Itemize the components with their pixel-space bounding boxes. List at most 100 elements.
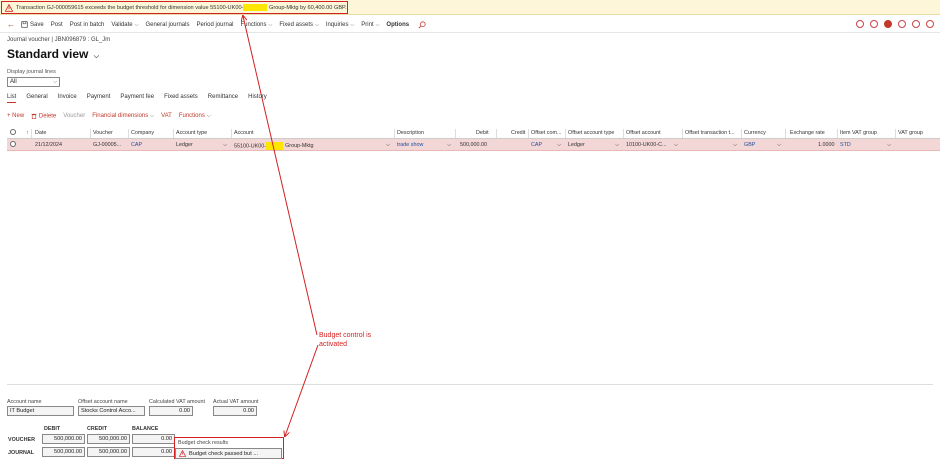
functions-menu[interactable]: Functions ⌵ [241, 22, 273, 28]
validate-menu[interactable]: Validate ⌵ [111, 22, 138, 28]
col-credit[interactable]: Credit [511, 130, 525, 136]
line-tabs: List General Invoice Payment Payment fee… [7, 94, 267, 103]
period-journal-button[interactable]: Period journal [196, 22, 233, 28]
cell-offset-account-type[interactable]: Ledger [568, 142, 585, 148]
journal-debit-field: 500,000.00 [42, 447, 85, 457]
journal-balance-field: 0.00 [132, 447, 175, 457]
cell-currency[interactable]: GBP [744, 142, 755, 148]
account-dropdown-icon[interactable]: ⌵ [386, 142, 390, 149]
tab-list[interactable]: List [7, 94, 17, 103]
item-vat-group-dropdown-icon[interactable]: ⌵ [887, 142, 891, 149]
chevron-down-icon: ⌵ [53, 79, 57, 85]
save-button[interactable]: Save [21, 21, 44, 28]
notifications-icon[interactable] [884, 20, 892, 28]
tab-general[interactable]: General [26, 94, 47, 103]
col-currency[interactable]: Currency [744, 130, 766, 136]
offset-transaction-type-dropdown-icon[interactable]: ⌵ [733, 142, 737, 149]
voucher-button[interactable]: Voucher [63, 113, 85, 119]
col-offset-account-type[interactable]: Offset account type [568, 130, 614, 136]
cell-item-vat-group[interactable]: STD [840, 142, 851, 148]
col-account[interactable]: Account [234, 130, 253, 136]
attach-icon[interactable] [870, 20, 878, 28]
col-debit[interactable]: Debit [476, 130, 489, 136]
grid-functions-menu[interactable]: Functions ⌵ [179, 113, 211, 119]
tab-invoice[interactable]: Invoice [58, 94, 77, 103]
tab-fixed-assets[interactable]: Fixed assets [164, 94, 198, 103]
col-description[interactable]: Description [397, 130, 424, 136]
post-button[interactable]: Post [51, 22, 63, 28]
page-title[interactable]: Standard view ⌵ [7, 47, 99, 61]
table-row[interactable]: 21/12/2024 GJ-00005... CAP Ledger 55100-… [7, 139, 940, 151]
col-offset-company[interactable]: Offset com... [531, 130, 561, 136]
display-journal-lines-label: Display journal lines [7, 69, 56, 75]
close-icon[interactable] [926, 20, 934, 28]
calculated-vat-field[interactable]: 0.00 [149, 406, 193, 416]
tab-history[interactable]: History [248, 94, 267, 103]
cell-offset-account[interactable]: 10100-UK00-C... [626, 142, 666, 148]
footer-divider [7, 384, 933, 385]
open-new-window-icon[interactable] [898, 20, 906, 28]
budget-check-results-label: Budget check results [178, 440, 229, 446]
col-offset-account[interactable]: Offset account [626, 130, 661, 136]
offset-account-type-dropdown-icon[interactable]: ⌵ [615, 142, 619, 149]
col-item-vat-group[interactable]: Item VAT group [840, 130, 877, 136]
cell-debit[interactable]: 500,000.00 [460, 142, 487, 148]
budget-check-results-field[interactable]: Budget check passed but ... [175, 448, 282, 459]
offset-account-dropdown-icon[interactable]: ⌵ [674, 142, 678, 149]
col-account-type[interactable]: Account type [176, 130, 207, 136]
cell-company[interactable]: CAP [131, 142, 142, 148]
currency-dropdown-icon[interactable]: ⌵ [777, 142, 781, 149]
account-name-field[interactable]: IT Budget [7, 406, 74, 416]
col-vat-group[interactable]: VAT group [898, 130, 923, 136]
col-company[interactable]: Company [131, 130, 154, 136]
tab-payment[interactable]: Payment [87, 94, 111, 103]
col-exchange-rate[interactable]: Exchange rate [790, 130, 825, 136]
general-journals-button[interactable]: General journals [145, 22, 189, 28]
actual-vat-label: Actual VAT amount [213, 399, 259, 405]
actual-vat-field[interactable]: 0.00 [213, 406, 257, 416]
cell-offset-company[interactable]: CAP [531, 142, 542, 148]
back-button[interactable]: ← [7, 20, 15, 29]
warning-highlight-box: Transaction GJ-000059615 exceeds the bud… [1, 1, 348, 14]
calculated-vat-label: Calculated VAT amount [149, 399, 206, 405]
cell-description[interactable]: trade show [397, 142, 423, 148]
offset-company-dropdown-icon[interactable]: ⌵ [557, 142, 561, 149]
voucher-balance-field: 0.00 [132, 434, 175, 444]
account-type-dropdown-icon[interactable]: ⌵ [223, 142, 227, 149]
search-icon[interactable] [418, 20, 426, 29]
budget-control-annotation: Budget control is activated [319, 332, 372, 348]
inquiries-menu[interactable]: Inquiries ⌵ [326, 22, 354, 28]
description-dropdown-icon[interactable]: ⌵ [447, 142, 451, 149]
chevron-down-icon: ⌵ [134, 21, 139, 28]
account-name-label: Account name [7, 399, 42, 405]
print-menu[interactable]: Print ⌵ [361, 22, 379, 28]
cell-voucher[interactable]: GJ-00005... [93, 142, 121, 148]
sort-icon[interactable]: ↑ [26, 130, 29, 136]
vat-button[interactable]: VAT [161, 113, 172, 119]
row-select-radio[interactable] [10, 141, 16, 149]
cell-exchange-rate[interactable]: 1.0000 [818, 142, 835, 148]
display-journal-lines-select[interactable]: All ⌵ [7, 77, 60, 87]
col-offset-transaction-type[interactable]: Offset transaction t... [685, 130, 735, 136]
warning-message: Transaction GJ-000059615 exceeds the bud… [16, 4, 347, 11]
options-tab[interactable]: Options [386, 22, 409, 28]
trash-icon [31, 113, 37, 119]
warning-icon [179, 450, 186, 457]
cell-account-type[interactable]: Ledger [176, 142, 193, 148]
cell-date[interactable]: 21/12/2024 [35, 142, 62, 148]
col-voucher[interactable]: Voucher [93, 130, 113, 136]
financial-dimensions-menu[interactable]: Financial dimensions ⌵ [92, 113, 154, 119]
new-line-button[interactable]: + New [7, 113, 24, 119]
refresh-icon[interactable] [912, 20, 920, 28]
cell-account[interactable]: 55100-UK00- Group-Mktg [234, 142, 314, 150]
select-all-checkbox[interactable] [10, 129, 16, 137]
post-in-batch-button[interactable]: Post in batch [70, 22, 105, 28]
breadcrumb: Journal voucher | JBN096879 : GL_Jm [7, 37, 111, 43]
delete-line-button[interactable]: Delete [31, 113, 56, 120]
tab-payment-fee[interactable]: Payment fee [120, 94, 154, 103]
tab-remittance[interactable]: Remittance [208, 94, 238, 103]
offset-account-name-field[interactable]: Stocks Control Acco... [78, 406, 145, 416]
fixed-assets-menu[interactable]: Fixed assets ⌵ [279, 22, 318, 28]
col-date[interactable]: Date [35, 130, 46, 136]
office-icon[interactable] [856, 20, 864, 28]
